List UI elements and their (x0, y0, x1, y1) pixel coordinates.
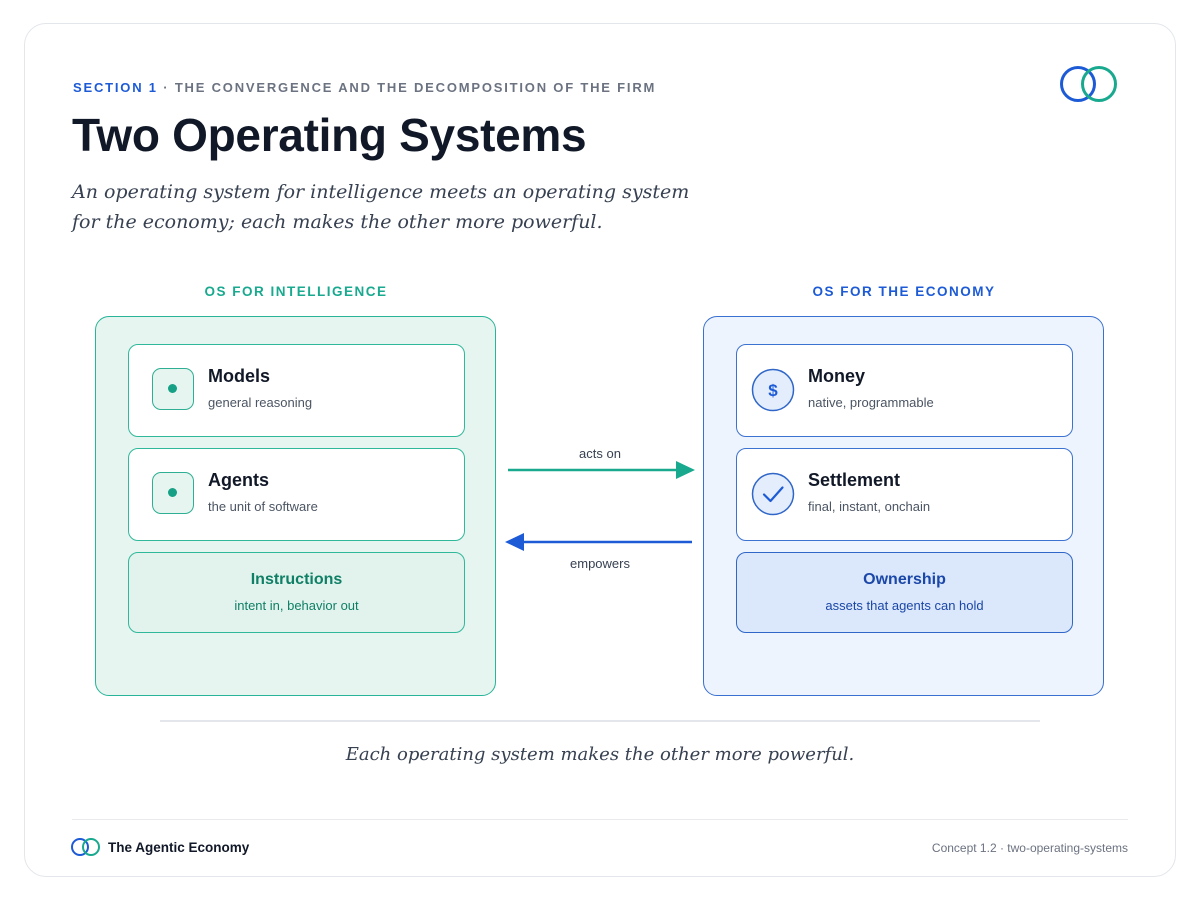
acts-on-label: acts on (579, 446, 621, 461)
models-card: Models general reasoning (128, 344, 465, 437)
item-name: Instructions (250, 571, 343, 588)
section-title: THE CONVERGENCE AND THE DECOMPOSITION OF… (174, 80, 657, 95)
item-description: intent in, behavior out (234, 598, 359, 613)
dollar-glyph: $ (768, 381, 778, 400)
footer-divider (72, 819, 1128, 820)
section-number: SECTION 1 (73, 80, 158, 95)
agents-card: Agents the unit of software (128, 448, 465, 541)
footer-brand: The Agentic Economy (108, 840, 250, 855)
settlement-card: Settlement final, instant, onchain (736, 448, 1073, 541)
dot-square-icon (152, 368, 194, 410)
empowers-label: empowers (570, 556, 630, 571)
item-name: Settlement (808, 470, 901, 490)
section-separator: · (163, 80, 170, 95)
section-label: SECTION 1 · THE CONVERGENCE AND THE DECO… (73, 80, 656, 95)
item-description: assets that agents can hold (825, 598, 984, 613)
arrow-head-right-icon (676, 461, 695, 479)
footer-meta: Concept 1.2 · two-operating-systems (931, 841, 1128, 855)
item-description: native, programmable (808, 395, 934, 410)
item-name: Agents (208, 470, 270, 490)
intelligence-column-title: OS FOR INTELLIGENCE (204, 284, 388, 299)
item-description: final, instant, onchain (808, 499, 931, 514)
item-name: Money (808, 366, 866, 386)
page-title: Two Operating Systems (72, 109, 587, 161)
footer-logo-icon (71, 838, 100, 856)
check-icon (751, 472, 795, 516)
page-subtitle: An operating system for intelligence mee… (72, 181, 690, 233)
item-name: Models (208, 366, 271, 386)
ownership-card: Ownership assets that agents can hold (736, 552, 1073, 633)
item-name: Ownership (863, 571, 946, 588)
arrow-head-left-icon (505, 533, 524, 551)
intelligence-os-panel: Models general reasoning Agents the unit… (95, 316, 496, 696)
dollar-icon: $ (751, 368, 795, 412)
divider (160, 720, 1040, 722)
dot-square-icon (152, 472, 194, 514)
instructions-card: Instructions intent in, behavior out (128, 552, 465, 633)
economy-column-title: OS FOR THE ECONOMY (812, 284, 996, 299)
economy-os-panel: $ Money native, programmable Settlement … (703, 316, 1104, 696)
brand-logo-icon (1060, 66, 1117, 102)
money-card: $ Money native, programmable (736, 344, 1073, 437)
item-description: general reasoning (208, 395, 313, 410)
caption: Each operating system makes the other mo… (345, 744, 855, 765)
item-description: the unit of software (208, 499, 318, 514)
